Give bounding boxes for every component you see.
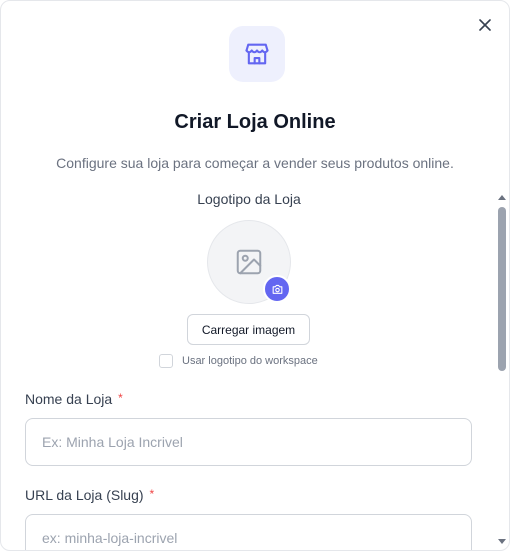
dialog-subtitle: Configure sua loja para começar a vender… [56,155,454,171]
dialog-title: Criar Loja Online [174,111,336,133]
store-name-label: Nome da Loja * [25,391,123,407]
storefront-icon [245,43,269,65]
camera-icon [272,284,282,294]
upload-image-button[interactable]: Carregar imagem [187,314,310,345]
image-icon [236,249,262,275]
camera-button[interactable] [263,275,291,303]
header-icon-container [229,26,285,82]
scrollbar[interactable] [497,191,507,548]
use-workspace-logo-label: Usar logotipo do workspace [182,355,318,367]
scrollbar-thumb[interactable] [498,207,506,371]
form-scroll-area: Logotipo da Loja Carregar imagem Usar lo… [1,187,497,550]
scroll-down-arrow-icon[interactable] [498,539,506,544]
scroll-up-arrow-icon[interactable] [498,195,506,200]
required-mark: * [149,487,155,501]
logo-label: Logotipo da Loja [197,191,301,207]
required-mark: * [118,391,123,405]
create-store-dialog: Criar Loja Online Configure sua loja par… [0,0,510,551]
close-icon [479,19,491,31]
close-button[interactable] [475,15,495,35]
use-workspace-logo-checkbox[interactable] [159,354,173,368]
store-name-input[interactable] [25,418,472,466]
store-url-label: URL da Loja (Slug) * [25,487,155,503]
use-workspace-logo-row: Usar logotipo do workspace [159,354,318,368]
store-url-input[interactable] [25,514,472,550]
